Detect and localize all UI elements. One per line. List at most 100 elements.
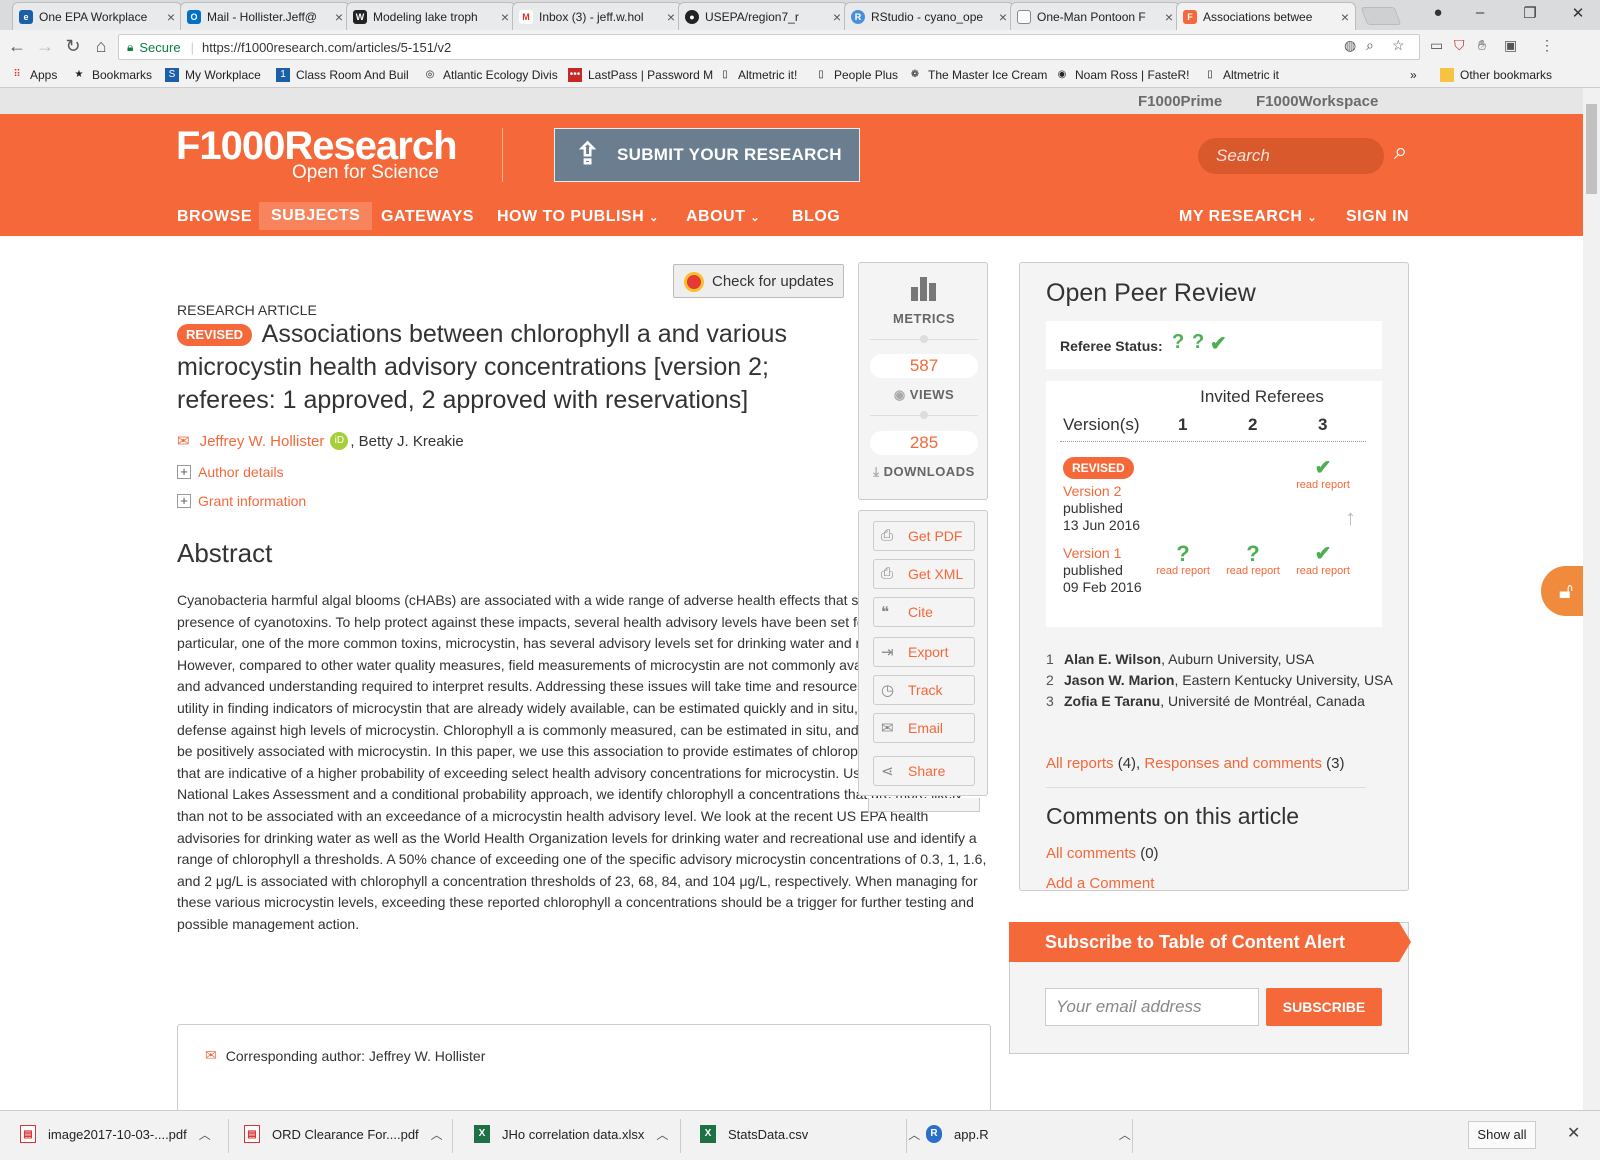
all-comments-link[interactable]: All comments	[1046, 845, 1136, 862]
bookmark-item[interactable]: S My Workplace	[165, 68, 261, 82]
read-report-link[interactable]: ? read report	[1218, 543, 1288, 578]
get-pdf-button[interactable]: ⎙ Get PDF	[873, 521, 975, 551]
nav-sign-in[interactable]: SIGN IN	[1346, 208, 1409, 226]
profile-icon[interactable]: ●	[1424, 4, 1452, 21]
read-report-link[interactable]: ✔ read report	[1288, 543, 1358, 577]
nav-my-research[interactable]: MY RESEARCH ⌄	[1179, 208, 1317, 226]
bookmark-item[interactable]: ▯ Altmetric it	[1203, 68, 1279, 82]
email-button[interactable]: ✉ Email	[873, 713, 975, 743]
close-tab-icon[interactable]: ×	[833, 9, 841, 25]
author-link[interactable]: Jeffrey W. Hollister	[200, 433, 325, 450]
close-window-icon[interactable]: ✕	[1564, 4, 1592, 22]
browser-tab[interactable]: One-Man Pontoon F ×	[1010, 2, 1180, 30]
bookmark-item[interactable]: ▯ People Plus	[814, 68, 898, 82]
author-details-toggle[interactable]: + Author details	[177, 464, 284, 480]
address-bar[interactable]: 🔒︎ Secure | https://f1000research.com/ar…	[118, 34, 1420, 60]
download-item[interactable]: ▤ ORD Clearance For....pdf ︿	[244, 1125, 443, 1143]
f1000workspace-link[interactable]: F1000Workspace	[1256, 93, 1378, 110]
bookmark-apps[interactable]: ⠿ Apps	[10, 68, 57, 82]
close-tab-icon[interactable]: ×	[501, 9, 509, 25]
bookmark-other[interactable]: ▮ Other bookmarks	[1440, 68, 1552, 82]
search-input[interactable]: Search	[1198, 138, 1384, 174]
extension-icon[interactable]: ✋︎	[1478, 37, 1486, 54]
cite-button[interactable]: ❝ Cite	[873, 597, 975, 627]
add-comment-link[interactable]: Add a Comment	[1046, 875, 1154, 892]
close-tab-icon[interactable]: ×	[999, 9, 1007, 25]
read-report-link[interactable]: ? read report	[1148, 543, 1218, 578]
all-reports-link[interactable]: All reports	[1046, 755, 1114, 772]
browser-tab[interactable]: W Modeling lake troph ×	[346, 2, 516, 30]
browser-tab-active[interactable]: F Associations betwee ×	[1176, 2, 1356, 30]
close-tab-icon[interactable]: ×	[167, 9, 175, 25]
check-for-updates-button[interactable]: Check for updates	[673, 264, 844, 298]
nav-gateways[interactable]: GATEWAYS	[381, 208, 474, 226]
minimize-icon[interactable]: –	[1466, 4, 1494, 21]
cookie-icon[interactable]: ◍	[1344, 37, 1356, 54]
chevron-up-icon[interactable]: ︿	[431, 1126, 443, 1143]
bookmarks-overflow[interactable]: »	[1410, 68, 1417, 82]
download-item[interactable]: ▤ image2017-10-03-....pdf ︿	[20, 1125, 211, 1143]
get-xml-button[interactable]: ⎙ Get XML	[873, 559, 975, 589]
page-scrollbar[interactable]	[1583, 88, 1600, 1110]
browser-tab[interactable]: M Inbox (3) - jeff.w.hol ×	[512, 2, 682, 30]
track-button[interactable]: ◷ Track	[873, 675, 975, 705]
grant-information-toggle[interactable]: + Grant information	[177, 493, 306, 509]
scrollbar-thumb[interactable]	[1586, 104, 1597, 194]
bookmark-star-icon[interactable]: ☆	[1392, 37, 1405, 54]
browser-tab[interactable]: e One EPA Workplace ×	[12, 2, 182, 30]
restore-icon[interactable]: ❐	[1516, 4, 1544, 22]
open-access-lock-icon[interactable]: 🔓︎	[1541, 566, 1583, 616]
new-tab-button[interactable]	[1360, 7, 1402, 25]
share-button[interactable]: ⋖ Share	[873, 756, 975, 786]
email-input[interactable]: Your email address	[1045, 988, 1259, 1026]
home-icon[interactable]: ⌂	[90, 36, 112, 57]
close-tab-icon[interactable]: ×	[667, 9, 675, 25]
ublock-icon[interactable]: ⛉	[1454, 37, 1465, 54]
bookmark-item[interactable]: 1 Class Room And Buil	[276, 68, 409, 82]
show-all-downloads-button[interactable]: Show all	[1468, 1121, 1536, 1149]
nav-browse[interactable]: BROWSE	[177, 208, 252, 226]
bookmark-item[interactable]: ◎ Atlantic Ecology Divis	[423, 68, 558, 82]
version-2-link[interactable]: Version 2	[1063, 483, 1140, 500]
nav-blog[interactable]: BLOG	[792, 208, 840, 226]
nav-about[interactable]: ABOUT ⌄	[686, 208, 760, 226]
chevron-up-icon[interactable]: ︿	[199, 1126, 211, 1143]
bookmark-item[interactable]: ▯ Altmetric it!	[718, 68, 797, 82]
version-1-link[interactable]: Version 1	[1063, 545, 1142, 562]
download-item[interactable]: Rapp.R ︿	[926, 1125, 1131, 1143]
download-item[interactable]: X JHo correlation data.xlsx ︿	[474, 1125, 668, 1143]
submit-research-button[interactable]: ⇪ SUBMIT YOUR RESEARCH	[554, 128, 860, 182]
zoom-icon[interactable]: ⌕	[1366, 37, 1374, 54]
browser-tab[interactable]: O Mail - Hollister.Jeff@ ×	[180, 2, 350, 30]
subscribe-button[interactable]: SUBSCRIBE	[1266, 988, 1382, 1026]
extension-icon[interactable]: ▣	[1504, 37, 1517, 54]
panel-grip[interactable]	[868, 798, 980, 812]
nav-subjects[interactable]: SUBJECTS	[259, 202, 373, 230]
reload-icon[interactable]: ↻	[62, 36, 84, 57]
cast-icon[interactable]: ▭	[1430, 37, 1443, 54]
bookmark-item[interactable]: ★ Bookmarks	[72, 68, 153, 82]
search-icon[interactable]: ⌕	[1394, 138, 1407, 166]
nav-how-to-publish[interactable]: HOW TO PUBLISH ⌄	[497, 208, 659, 226]
close-downloads-icon[interactable]: ✕	[1567, 1123, 1580, 1143]
f1000prime-link[interactable]: F1000Prime	[1138, 93, 1222, 110]
chevron-up-icon[interactable]: ︿	[656, 1126, 668, 1143]
forward-icon[interactable]: →	[34, 36, 56, 57]
chevron-up-icon[interactable]: ︿	[908, 1126, 920, 1143]
orcid-icon[interactable]: iD	[330, 432, 349, 450]
export-button[interactable]: ⇥ Export	[873, 637, 975, 667]
bookmark-item[interactable]: ••• LastPass | Password M	[568, 68, 713, 82]
close-tab-icon[interactable]: ×	[335, 9, 343, 25]
bookmark-item[interactable]: ◉ Noam Ross | FasteR!	[1055, 68, 1190, 82]
close-tab-icon[interactable]: ×	[1165, 9, 1173, 25]
chevron-up-icon[interactable]: ︿	[1119, 1126, 1131, 1143]
bookmark-item[interactable]: ❁ The Master Ice Cream	[908, 68, 1048, 82]
read-report-link[interactable]: ✔ read report	[1288, 457, 1358, 491]
browser-tab[interactable]: ● USEPA/region7_r ×	[678, 2, 848, 30]
browser-tab[interactable]: R RStudio - cyano_ope ×	[844, 2, 1014, 30]
download-item[interactable]: X StatsData.csv ︿	[700, 1125, 920, 1143]
back-icon[interactable]: ←	[6, 36, 28, 57]
close-tab-icon[interactable]: ×	[1341, 9, 1349, 25]
mail-icon[interactable]: ✉	[177, 432, 190, 450]
responses-link[interactable]: Responses and comments	[1144, 755, 1322, 772]
